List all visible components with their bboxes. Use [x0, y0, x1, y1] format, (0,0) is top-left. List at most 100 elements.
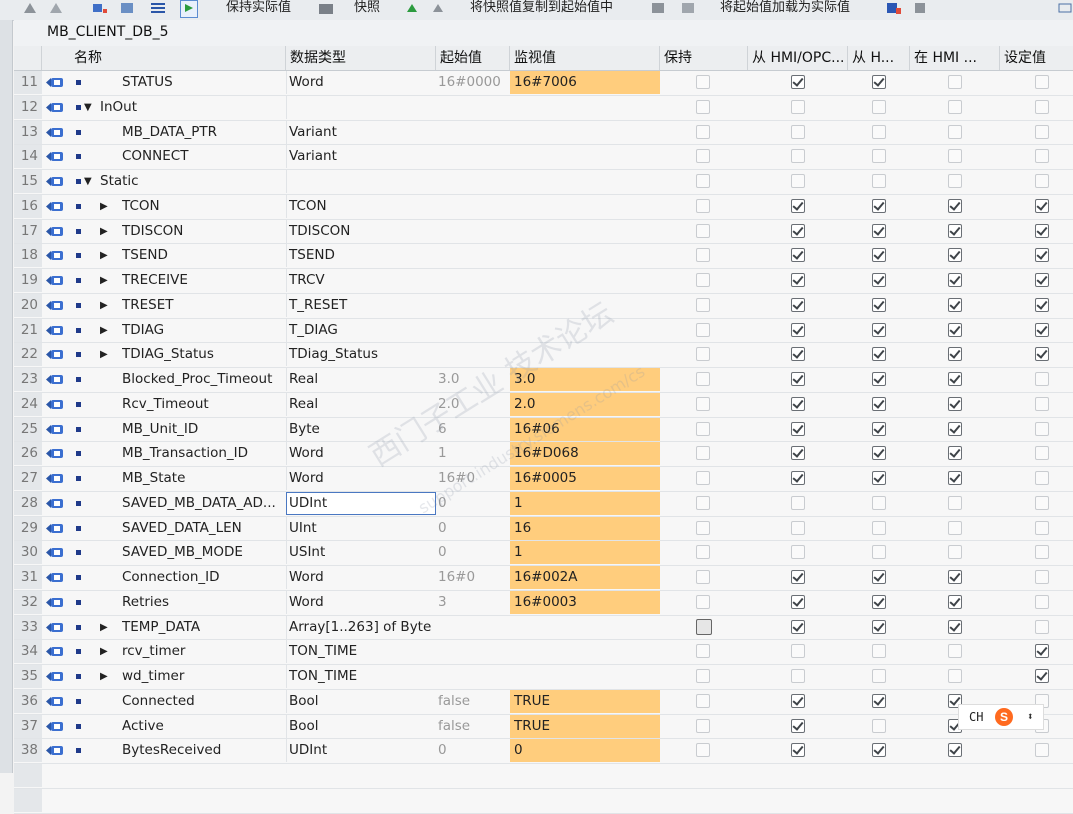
header-type[interactable]: 数据类型 — [286, 46, 436, 70]
setpoint-checkbox[interactable] — [1035, 594, 1049, 609]
copy-icon[interactable] — [404, 1, 420, 15]
retain-checkbox[interactable] — [696, 520, 710, 535]
var-monitor-value[interactable] — [510, 343, 660, 366]
expander-icon[interactable] — [100, 145, 116, 168]
in-hmi-checkbox[interactable] — [948, 446, 962, 461]
table-row[interactable]: 34 ▶ rcv_timer TON_TIME — [14, 640, 1073, 665]
hmi-opc-checkbox[interactable] — [791, 174, 805, 188]
retain-checkbox[interactable] — [696, 421, 710, 436]
table-row[interactable]: 37 Active Bool false TRUE — [14, 714, 1073, 740]
var-start-value[interactable]: 0 — [436, 492, 510, 515]
var-name[interactable]: MB_State — [122, 467, 284, 490]
var-start-value[interactable] — [436, 195, 510, 218]
table-row[interactable]: 31 Connection_ID Word 16#0 16#002A — [14, 566, 1073, 591]
in-hmi-checkbox[interactable] — [948, 248, 962, 263]
header-in-hmi[interactable]: 在 HMI ... — [910, 46, 1000, 70]
retain-checkbox[interactable] — [696, 446, 710, 461]
header-hmi-opc[interactable]: 从 HMI/OPC... — [748, 46, 848, 70]
var-monitor-value[interactable] — [510, 640, 660, 663]
from-h-checkbox[interactable] — [872, 570, 886, 584]
from-h-checkbox[interactable] — [872, 495, 886, 510]
var-name[interactable]: TDISCON — [122, 220, 284, 243]
var-type[interactable]: UInt — [286, 516, 436, 540]
retain-checkbox[interactable] — [696, 644, 710, 659]
setpoint-checkbox[interactable] — [1035, 248, 1049, 263]
retain-checkbox[interactable] — [696, 75, 710, 89]
hmi-opc-checkbox[interactable] — [791, 99, 805, 114]
in-hmi-checkbox[interactable] — [948, 743, 962, 758]
hmi-opc-checkbox[interactable] — [791, 471, 805, 485]
setpoint-checkbox[interactable] — [1035, 149, 1049, 164]
var-name[interactable]: TEMP_DATA — [122, 616, 284, 639]
from-h-checkbox[interactable] — [872, 124, 886, 139]
retain-checkbox[interactable] — [696, 347, 710, 362]
header-monitor[interactable]: 监视值 — [510, 46, 660, 70]
expander-icon[interactable]: ▶ — [100, 269, 116, 292]
expander-icon[interactable] — [100, 418, 116, 441]
expander-icon[interactable] — [100, 541, 116, 564]
setpoint-checkbox[interactable] — [1035, 570, 1049, 584]
var-monitor-value[interactable]: 0 — [510, 739, 660, 763]
table-row[interactable]: 28 SAVED_MB_DATA_AD... UDInt 0 1 — [14, 491, 1073, 517]
hmi-opc-checkbox[interactable] — [791, 75, 805, 89]
var-type[interactable]: TRCV — [286, 269, 436, 292]
table-row[interactable]: 16 ▶ TCON TCON — [14, 194, 1073, 220]
var-type[interactable]: T_DIAG — [286, 318, 436, 342]
var-name[interactable]: TDIAG — [122, 319, 284, 342]
expander-icon[interactable] — [100, 393, 116, 416]
var-type[interactable]: TCON — [286, 194, 436, 218]
from-h-checkbox[interactable] — [872, 273, 886, 287]
var-type[interactable]: UDInt — [286, 491, 436, 515]
var-type[interactable]: Variant — [286, 120, 436, 144]
var-start-value[interactable]: 16#0 — [436, 467, 510, 490]
var-type[interactable] — [286, 170, 436, 193]
table-row[interactable]: 13 MB_DATA_PTR Variant — [14, 120, 1073, 146]
table-row[interactable]: 25 MB_Unit_ID Byte 6 16#06 — [14, 417, 1073, 443]
var-type[interactable]: TDISCON — [286, 219, 436, 243]
hmi-opc-checkbox[interactable] — [791, 372, 805, 386]
var-start-value[interactable]: 3 — [436, 591, 510, 614]
table-row[interactable]: 18 ▶ TSEND TSEND — [14, 244, 1073, 269]
retain-checkbox[interactable] — [696, 322, 710, 337]
header-name[interactable]: 名称 — [42, 46, 286, 70]
setpoint-checkbox[interactable] — [1035, 322, 1049, 337]
from-h-checkbox[interactable] — [872, 174, 886, 188]
table-row[interactable]: 23 Blocked_Proc_Timeout Real 3.0 3.0 — [14, 368, 1073, 393]
var-name[interactable]: STATUS — [122, 71, 284, 94]
hmi-opc-checkbox[interactable] — [791, 619, 805, 634]
setpoint-checkbox[interactable] — [1035, 446, 1049, 461]
setpoint-checkbox[interactable] — [1035, 75, 1049, 89]
copy-snapshot-button[interactable]: 将快照值复制到起始值中 — [470, 0, 613, 15]
expander-icon[interactable]: ▶ — [100, 244, 116, 267]
in-hmi-checkbox[interactable] — [948, 594, 962, 609]
setpoint-checkbox[interactable] — [1035, 396, 1049, 411]
var-type[interactable]: Variant — [286, 145, 436, 169]
var-type[interactable]: Real — [286, 368, 436, 391]
expander-icon[interactable] — [100, 566, 116, 589]
hmi-opc-checkbox[interactable] — [791, 669, 805, 683]
var-name[interactable]: InOut — [100, 96, 286, 119]
var-monitor-value[interactable] — [510, 195, 660, 218]
in-hmi-checkbox[interactable] — [948, 372, 962, 386]
in-hmi-checkbox[interactable] — [948, 273, 962, 287]
var-name[interactable]: wd_timer — [122, 665, 284, 688]
hmi-opc-checkbox[interactable] — [791, 743, 805, 758]
var-start-value[interactable] — [436, 294, 510, 317]
var-name[interactable]: MB_Unit_ID — [122, 418, 284, 441]
header-retain[interactable]: 保持 — [660, 46, 748, 70]
var-start-value[interactable]: 16#0 — [436, 566, 510, 589]
from-h-checkbox[interactable] — [872, 545, 886, 560]
hmi-opc-checkbox[interactable] — [791, 198, 805, 213]
expander-icon[interactable] — [100, 71, 116, 94]
var-start-value[interactable]: 3.0 — [436, 368, 510, 391]
var-type[interactable]: Word — [286, 442, 436, 466]
var-name[interactable]: Blocked_Proc_Timeout — [122, 368, 284, 391]
hmi-opc-checkbox[interactable] — [791, 347, 805, 362]
hmi-opc-checkbox[interactable] — [791, 495, 805, 510]
var-name[interactable]: Connected — [122, 690, 284, 713]
hmi-opc-checkbox[interactable] — [791, 520, 805, 535]
var-type[interactable]: Word — [286, 467, 436, 490]
camera-icon[interactable] — [318, 1, 334, 15]
from-h-checkbox[interactable] — [872, 223, 886, 238]
var-monitor-value[interactable] — [510, 220, 660, 243]
